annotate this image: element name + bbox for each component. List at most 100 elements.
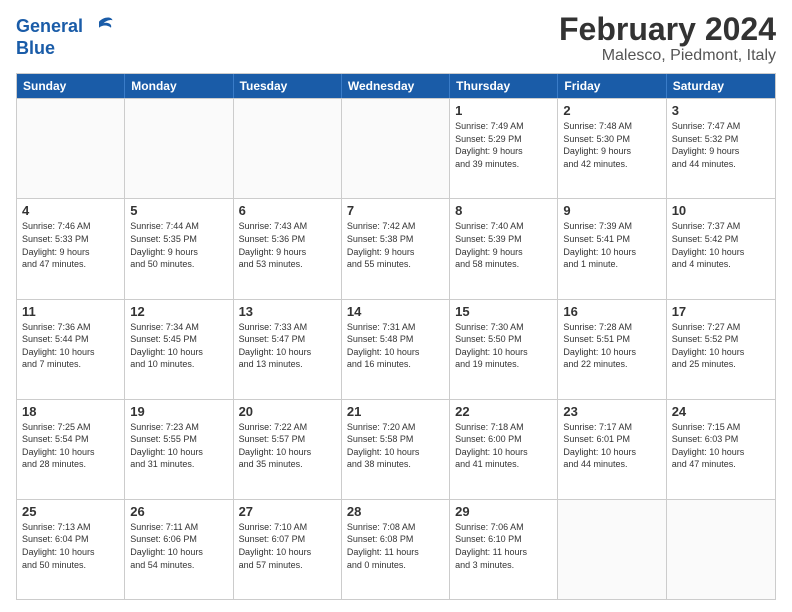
day-info: Sunrise: 7:44 AM Sunset: 5:35 PM Dayligh… [130,220,227,270]
day-number: 20 [239,404,336,419]
day-number: 27 [239,504,336,519]
calendar-day-1: 1 Sunrise: 7:49 AM Sunset: 5:29 PM Daylig… [450,99,558,198]
day-number: 7 [347,203,444,218]
day-info: Sunrise: 7:18 AM Sunset: 6:00 PM Dayligh… [455,421,552,471]
day-number: 25 [22,504,119,519]
calendar-day-28: 28Sunrise: 7:08 AM Sunset: 6:08 PM Dayli… [342,500,450,599]
calendar-day-7: 7 Sunrise: 7:42 AM Sunset: 5:38 PM Daylig… [342,199,450,298]
calendar-day-empty [17,99,125,198]
calendar-day-17: 17 Sunrise: 7:27 AM Sunset: 5:52 PM Dayli… [667,300,775,399]
day-info: Sunrise: 7:39 AM Sunset: 5:41 PM Dayligh… [563,220,660,270]
calendar-day-23: 23 Sunrise: 7:17 AM Sunset: 6:01 PM Dayli… [558,400,666,499]
day-info: Sunrise: 7:10 AM Sunset: 6:07 PM Dayligh… [239,521,336,571]
calendar-header: SundayMondayTuesdayWednesdayThursdayFrid… [17,74,775,98]
day-info: Sunrise: 7:28 AM Sunset: 5:51 PM Dayligh… [563,321,660,371]
day-info: Sunrise: 7:33 AM Sunset: 5:47 PM Dayligh… [239,321,336,371]
day-info: Sunrise: 7:20 AM Sunset: 5:58 PM Dayligh… [347,421,444,471]
calendar-week-4: 18Sunrise: 7:25 AM Sunset: 5:54 PM Dayli… [17,399,775,499]
day-info: Sunrise: 7:22 AM Sunset: 5:57 PM Dayligh… [239,421,336,471]
calendar-body: 1 Sunrise: 7:49 AM Sunset: 5:29 PM Daylig… [17,98,775,599]
calendar-week-2: 4Sunrise: 7:46 AM Sunset: 5:33 PM Daylig… [17,198,775,298]
day-number: 11 [22,304,119,319]
calendar-day-24: 24Sunrise: 7:15 AM Sunset: 6:03 PM Dayli… [667,400,775,499]
day-header-sunday: Sunday [17,74,125,98]
day-number: 10 [672,203,770,218]
logo-text: General [16,16,83,38]
day-info: Sunrise: 7:13 AM Sunset: 6:04 PM Dayligh… [22,521,119,571]
calendar-day-11: 11 Sunrise: 7:36 AM Sunset: 5:44 PM Dayli… [17,300,125,399]
day-header-monday: Monday [125,74,233,98]
day-number: 3 [672,103,770,118]
calendar-day-22: 22 Sunrise: 7:18 AM Sunset: 6:00 PM Dayli… [450,400,558,499]
day-info: Sunrise: 7:40 AM Sunset: 5:39 PM Dayligh… [455,220,552,270]
day-number: 15 [455,304,552,319]
day-info: Sunrise: 7:48 AM Sunset: 5:30 PM Dayligh… [563,120,660,170]
day-number: 28 [347,504,444,519]
calendar-day-6: 6 Sunrise: 7:43 AM Sunset: 5:36 PM Daylig… [234,199,342,298]
calendar-day-empty [125,99,233,198]
calendar-day-13: 13 Sunrise: 7:33 AM Sunset: 5:47 PM Dayli… [234,300,342,399]
calendar-day-9: 9Sunrise: 7:39 AM Sunset: 5:41 PM Daylig… [558,199,666,298]
day-info: Sunrise: 7:37 AM Sunset: 5:42 PM Dayligh… [672,220,770,270]
day-info: Sunrise: 7:30 AM Sunset: 5:50 PM Dayligh… [455,321,552,371]
day-info: Sunrise: 7:43 AM Sunset: 5:36 PM Dayligh… [239,220,336,270]
calendar-day-14: 14 Sunrise: 7:31 AM Sunset: 5:48 PM Dayli… [342,300,450,399]
calendar-day-16: 16 Sunrise: 7:28 AM Sunset: 5:51 PM Dayli… [558,300,666,399]
title-block: February 2024 Malesco, Piedmont, Italy [559,12,776,65]
day-info: Sunrise: 7:23 AM Sunset: 5:55 PM Dayligh… [130,421,227,471]
day-info: Sunrise: 7:25 AM Sunset: 5:54 PM Dayligh… [22,421,119,471]
day-info: Sunrise: 7:11 AM Sunset: 6:06 PM Dayligh… [130,521,227,571]
day-info: Sunrise: 7:17 AM Sunset: 6:01 PM Dayligh… [563,421,660,471]
subtitle: Malesco, Piedmont, Italy [559,47,776,65]
day-header-tuesday: Tuesday [234,74,342,98]
calendar-day-2: 2 Sunrise: 7:48 AM Sunset: 5:30 PM Daylig… [558,99,666,198]
day-number: 24 [672,404,770,419]
day-number: 5 [130,203,227,218]
day-number: 12 [130,304,227,319]
calendar-day-12: 12 Sunrise: 7:34 AM Sunset: 5:45 PM Dayli… [125,300,233,399]
calendar-day-20: 20 Sunrise: 7:22 AM Sunset: 5:57 PM Dayli… [234,400,342,499]
day-number: 1 [455,103,552,118]
calendar-day-18: 18Sunrise: 7:25 AM Sunset: 5:54 PM Dayli… [17,400,125,499]
day-header-saturday: Saturday [667,74,775,98]
calendar-week-5: 25 Sunrise: 7:13 AM Sunset: 6:04 PM Dayli… [17,499,775,599]
header: General Blue February 2024 Malesco, Pied… [16,12,776,65]
day-number: 6 [239,203,336,218]
day-number: 16 [563,304,660,319]
logo-bird-icon [84,12,114,42]
day-number: 13 [239,304,336,319]
day-header-thursday: Thursday [450,74,558,98]
day-info: Sunrise: 7:36 AM Sunset: 5:44 PM Dayligh… [22,321,119,371]
day-info: Sunrise: 7:06 AM Sunset: 6:10 PM Dayligh… [455,521,552,571]
calendar-day-27: 27 Sunrise: 7:10 AM Sunset: 6:07 PM Dayli… [234,500,342,599]
main-title: February 2024 [559,12,776,47]
day-number: 14 [347,304,444,319]
calendar-day-29: 29 Sunrise: 7:06 AM Sunset: 6:10 PM Dayli… [450,500,558,599]
calendar-day-empty [667,500,775,599]
day-info: Sunrise: 7:49 AM Sunset: 5:29 PM Dayligh… [455,120,552,170]
calendar-day-4: 4Sunrise: 7:46 AM Sunset: 5:33 PM Daylig… [17,199,125,298]
calendar-day-15: 15 Sunrise: 7:30 AM Sunset: 5:50 PM Dayli… [450,300,558,399]
day-number: 26 [130,504,227,519]
day-number: 22 [455,404,552,419]
calendar-week-3: 11 Sunrise: 7:36 AM Sunset: 5:44 PM Dayli… [17,299,775,399]
day-info: Sunrise: 7:27 AM Sunset: 5:52 PM Dayligh… [672,321,770,371]
calendar-day-5: 5 Sunrise: 7:44 AM Sunset: 5:35 PM Daylig… [125,199,233,298]
calendar-day-empty [342,99,450,198]
logo: General Blue [16,12,114,60]
day-number: 17 [672,304,770,319]
day-number: 29 [455,504,552,519]
day-info: Sunrise: 7:31 AM Sunset: 5:48 PM Dayligh… [347,321,444,371]
calendar-day-empty [234,99,342,198]
day-number: 23 [563,404,660,419]
logo-text2: Blue [16,38,55,60]
day-number: 19 [130,404,227,419]
calendar-day-21: 21 Sunrise: 7:20 AM Sunset: 5:58 PM Dayli… [342,400,450,499]
day-number: 2 [563,103,660,118]
day-header-wednesday: Wednesday [342,74,450,98]
day-number: 21 [347,404,444,419]
day-info: Sunrise: 7:42 AM Sunset: 5:38 PM Dayligh… [347,220,444,270]
day-info: Sunrise: 7:34 AM Sunset: 5:45 PM Dayligh… [130,321,227,371]
day-info: Sunrise: 7:47 AM Sunset: 5:32 PM Dayligh… [672,120,770,170]
calendar-day-25: 25 Sunrise: 7:13 AM Sunset: 6:04 PM Dayli… [17,500,125,599]
